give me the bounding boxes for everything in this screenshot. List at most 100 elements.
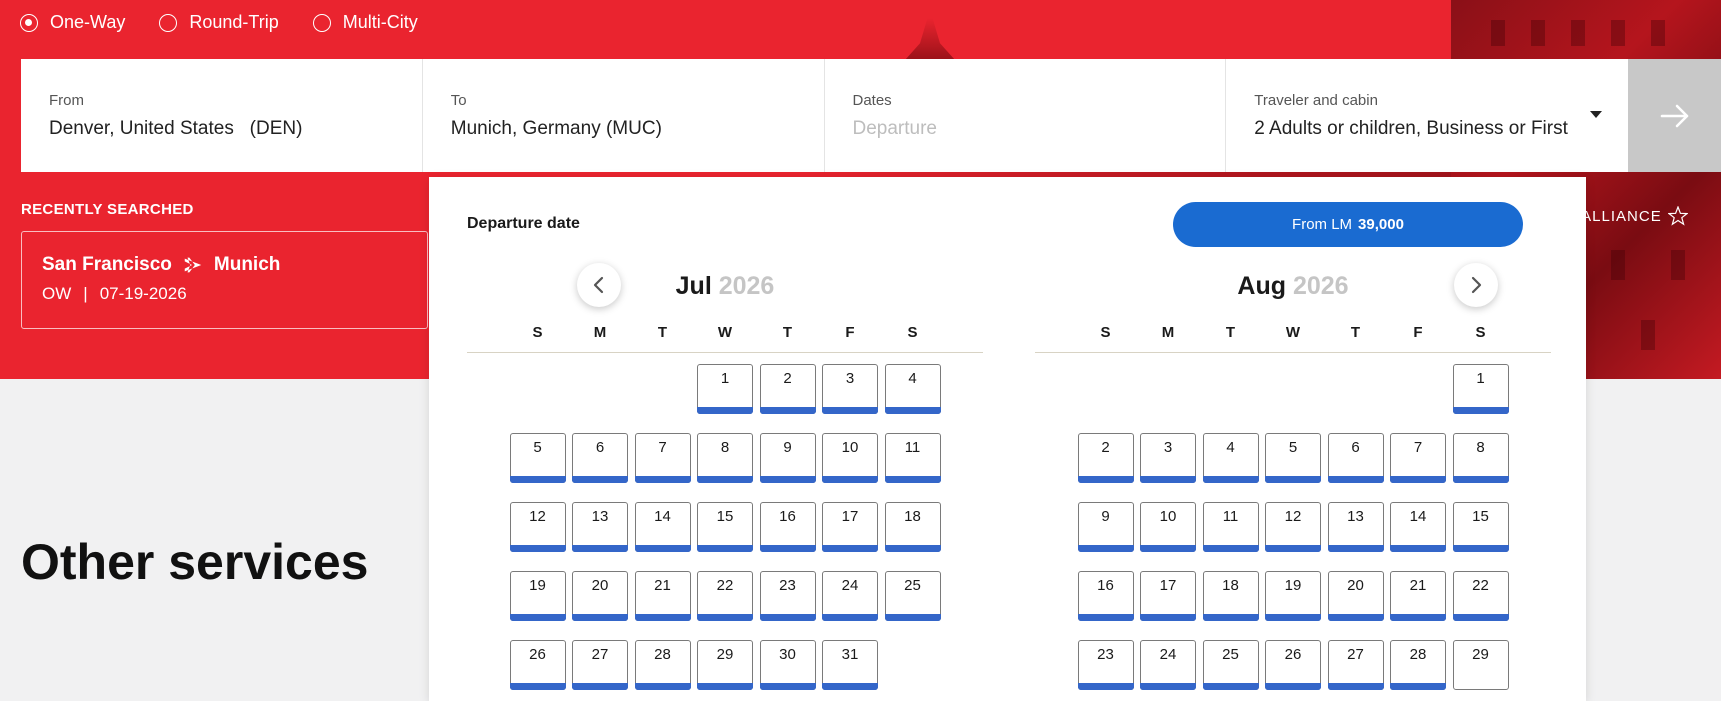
day-button[interactable]: 3 xyxy=(1140,433,1196,483)
day-button[interactable]: 19 xyxy=(509,571,566,621)
dates-field[interactable]: Dates Departure xyxy=(825,59,1227,172)
day-button[interactable]: 21 xyxy=(1390,571,1446,621)
day-button[interactable]: 16 xyxy=(759,502,816,552)
weekday-label: T xyxy=(1350,324,1361,341)
day-button[interactable]: 5 xyxy=(1265,433,1321,483)
recent-search-card[interactable]: San Francisco Munich OW | 07-19-2026 xyxy=(21,231,428,329)
recent-origin: San Francisco xyxy=(42,254,172,275)
month-august: Aug 2026 S M T W T F S 1 2 3 4 5 6 7 8 9 10 11 12 13… xyxy=(1035,272,1551,701)
to-value[interactable]: Munich, Germany (MUC) xyxy=(451,118,824,140)
day-button[interactable]: 16 xyxy=(1077,571,1134,621)
day-button[interactable]: 27 xyxy=(1327,640,1384,690)
traveler-cabin-value[interactable]: 2 Adults or children, Business or First xyxy=(1254,118,1628,140)
day-button[interactable]: 2 xyxy=(759,364,816,414)
day-button[interactable]: 24 xyxy=(1140,640,1196,690)
weekday-label: M xyxy=(1161,324,1175,341)
day-button[interactable]: 9 xyxy=(1077,502,1134,552)
day-button[interactable]: 7 xyxy=(1390,433,1446,483)
other-services-heading: Other services xyxy=(21,534,369,590)
day-button[interactable]: 11 xyxy=(884,433,941,483)
day-button[interactable]: 1 xyxy=(697,364,753,414)
day-button[interactable]: 7 xyxy=(634,433,691,483)
recent-separator: | xyxy=(83,284,88,303)
day-button[interactable]: 13 xyxy=(572,502,628,552)
day-button[interactable]: 4 xyxy=(1202,433,1259,483)
day-button[interactable]: 31 xyxy=(822,640,878,690)
day-button[interactable]: 22 xyxy=(1452,571,1509,621)
radio-round-trip[interactable] xyxy=(159,13,178,32)
day-button[interactable]: 17 xyxy=(822,502,878,552)
weekday-label: T xyxy=(1225,324,1236,341)
day-button[interactable]: 24 xyxy=(822,571,878,621)
day-button[interactable]: 30 xyxy=(759,640,816,690)
day-button[interactable]: 19 xyxy=(1265,571,1321,621)
day-button[interactable]: 27 xyxy=(572,640,628,690)
radio-one-way[interactable] xyxy=(20,13,38,32)
weekday-label: S xyxy=(532,324,543,341)
airplane-icon xyxy=(184,257,202,273)
month-year: 2026 xyxy=(1292,272,1349,300)
radio-multi-city[interactable] xyxy=(312,13,331,32)
day-button[interactable]: 25 xyxy=(884,571,941,621)
trip-type-round-trip[interactable]: Round-Trip xyxy=(159,12,279,33)
departure-date-input[interactable]: Departure xyxy=(853,118,1226,140)
from-field[interactable]: From Denver, United States (DEN) xyxy=(21,59,423,172)
day-button[interactable]: 13 xyxy=(1327,502,1384,552)
from-value[interactable]: Denver, United States (DEN) xyxy=(49,118,422,140)
day-button[interactable]: 26 xyxy=(1265,640,1321,690)
day-button[interactable]: 14 xyxy=(1390,502,1446,552)
day-button[interactable]: 20 xyxy=(572,571,628,621)
day-button[interactable]: 14 xyxy=(634,502,691,552)
day-button[interactable]: 22 xyxy=(697,571,753,621)
day-button[interactable]: 29 xyxy=(1452,640,1509,690)
day-button[interactable]: 15 xyxy=(1452,502,1509,552)
recently-searched-title: RECENTLY SEARCHED xyxy=(21,201,194,218)
day-button[interactable]: 12 xyxy=(1265,502,1321,552)
day-button[interactable]: 1 xyxy=(1452,364,1509,414)
lowest-price-button[interactable]: From LM 39,000 xyxy=(1173,202,1523,247)
day-button[interactable]: 23 xyxy=(1077,640,1134,690)
day-grid: 1 2 3 4 5 6 7 8 9 10 11 12 13 14 15 16 17 18 19 20 21 22 23 24 2… xyxy=(467,364,983,701)
day-button[interactable]: 18 xyxy=(1202,571,1259,621)
star-icon xyxy=(1667,206,1688,226)
search-submit-button[interactable] xyxy=(1628,59,1721,172)
day-button[interactable]: 29 xyxy=(697,640,753,690)
day-button[interactable]: 18 xyxy=(884,502,941,552)
price-prefix: From LM xyxy=(1292,216,1353,233)
day-button[interactable]: 5 xyxy=(509,433,566,483)
day-button[interactable]: 28 xyxy=(634,640,691,690)
recent-date: 07-19-2026 xyxy=(99,284,187,303)
weekday-label: W xyxy=(1285,324,1301,341)
weekday-header: S M T W T F S xyxy=(467,320,983,353)
day-button[interactable]: 20 xyxy=(1327,571,1384,621)
day-button[interactable]: 10 xyxy=(1140,502,1196,552)
day-button[interactable]: 3 xyxy=(822,364,878,414)
day-button[interactable]: 17 xyxy=(1140,571,1196,621)
day-button[interactable]: 9 xyxy=(759,433,816,483)
day-button[interactable]: 28 xyxy=(1390,640,1446,690)
day-button[interactable]: 8 xyxy=(697,433,753,483)
day-button[interactable]: 2 xyxy=(1077,433,1134,483)
day-button[interactable]: 6 xyxy=(572,433,628,483)
trip-type-multi-city[interactable]: Multi-City xyxy=(312,12,418,33)
day-button[interactable]: 6 xyxy=(1327,433,1384,483)
to-field[interactable]: To Munich, Germany (MUC) xyxy=(423,59,825,172)
day-button[interactable]: 25 xyxy=(1202,640,1259,690)
traveler-cabin-field[interactable]: Traveler and cabin 2 Adults or children,… xyxy=(1226,59,1628,172)
day-button[interactable]: 15 xyxy=(697,502,753,552)
dropdown-caret-icon[interactable] xyxy=(1590,111,1602,118)
day-button[interactable]: 4 xyxy=(884,364,941,414)
day-button[interactable]: 11 xyxy=(1202,502,1259,552)
day-button[interactable]: 10 xyxy=(822,433,878,483)
day-button[interactable]: 12 xyxy=(509,502,566,552)
empty-day-cell xyxy=(569,364,625,414)
day-button[interactable]: 8 xyxy=(1452,433,1509,483)
trip-type-label: Multi-City xyxy=(342,12,418,32)
day-button[interactable]: 21 xyxy=(634,571,691,621)
day-button[interactable]: 26 xyxy=(509,640,566,690)
month-year: 2026 xyxy=(718,272,775,300)
day-button[interactable]: 23 xyxy=(759,571,816,621)
weekday-label: T xyxy=(657,324,668,341)
weekday-header: S M T W T F S xyxy=(1035,320,1551,353)
trip-type-one-way[interactable]: One-Way xyxy=(20,12,125,33)
